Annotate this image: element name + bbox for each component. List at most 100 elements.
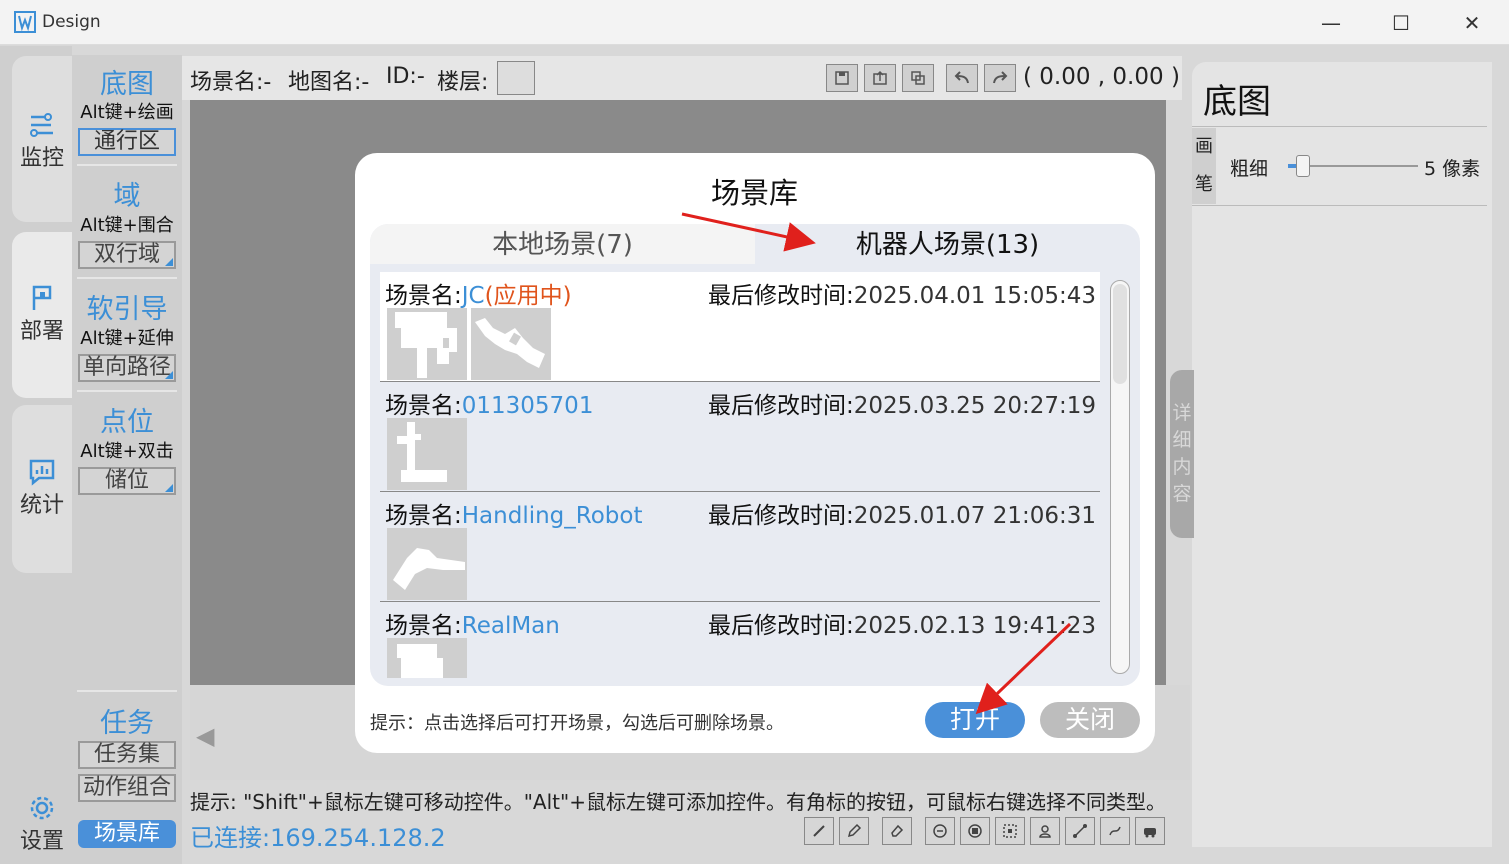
scene-name-label: 场景名: <box>385 613 462 639</box>
save-icon[interactable] <box>826 64 858 92</box>
one-way-path-button[interactable]: 单向路径 <box>78 354 176 382</box>
scene-name: 场景名:JC(应用中) <box>385 276 572 310</box>
nav-settings[interactable]: 设置 <box>12 793 72 855</box>
redo-icon[interactable] <box>984 64 1016 92</box>
scene-name-label: 场景名: <box>385 503 462 529</box>
scene-list-item[interactable]: 场景名:011305701 最后修改时间:2025.03.25 20:27:19 <box>380 382 1100 492</box>
path-link-icon[interactable] <box>1065 817 1095 845</box>
tab-local-scenes[interactable]: 本地场景(7) <box>370 224 755 266</box>
pen-label-char-1: 画 <box>1195 136 1213 157</box>
scene-list-item[interactable]: 场景名:RealMan 最后修改时间:2025.02.13 19:41:23 <box>380 602 1100 678</box>
passable-area-button[interactable]: 通行区 <box>78 128 176 156</box>
id-label: ID:- <box>386 64 425 89</box>
scene-modified-time: 最后修改时间:2025.02.13 19:41:23 <box>708 606 1096 640</box>
scene-map-thumbnail <box>387 638 467 678</box>
close-window-button[interactable]: ✕ <box>1437 0 1507 45</box>
scene-name-value: RealMan <box>461 613 560 639</box>
app-logo-icon <box>14 11 36 33</box>
scrollbar-thumb[interactable] <box>1113 284 1127 384</box>
tool-divider <box>77 390 177 392</box>
tool-point-hint: Alt键+双击 <box>80 441 174 462</box>
line-tool-icon[interactable] <box>804 817 834 845</box>
robot-icon[interactable] <box>1030 817 1060 845</box>
scene-name: 场景名:011305701 <box>385 386 593 420</box>
divider <box>1192 126 1487 127</box>
floor-input[interactable] <box>497 61 535 95</box>
hint-text: 提示: "Shift"+鼠标左键可移动控件。"Alt"+鼠标左键可添加控件。有角… <box>190 790 1166 814</box>
tab-robot-scenes[interactable]: 机器人场景(13) <box>755 224 1140 266</box>
floor-label: 楼层: <box>437 70 489 95</box>
nav-stats-label: 统计 <box>19 493 64 518</box>
scene-list-item[interactable]: 场景名:Handling_Robot 最后修改时间:2025.01.07 21:… <box>380 492 1100 602</box>
vehicle-icon[interactable] <box>1135 817 1165 845</box>
gear-icon <box>27 793 57 823</box>
scene-name-label: 场景名: <box>385 393 462 419</box>
scene-name: 场景名:Handling_Robot <box>385 496 642 530</box>
scroll-left-icon[interactable]: ◀ <box>196 722 214 750</box>
cursor-coordinates: ( 0.00 , 0.00 ) <box>1023 64 1180 90</box>
monitor-icon <box>27 110 57 140</box>
time-label: 最后修改时间: <box>708 393 854 419</box>
time-value: 2025.04.01 15:05:43 <box>853 283 1097 309</box>
scene-status: (应用中) <box>484 283 572 309</box>
detail-content-tab[interactable]: 详细内容 <box>1170 370 1194 538</box>
scene-library-button[interactable]: 场景库 <box>78 820 176 848</box>
scene-map-thumbnail <box>471 308 551 380</box>
scene-name-label: 场景名:- <box>190 70 272 95</box>
nav-monitor[interactable]: 监控 <box>12 110 72 172</box>
tool-task-title[interactable]: 任务 <box>72 701 182 740</box>
scene-list: 场景名:JC(应用中) 最后修改时间:2025.04.01 15:05:43 场… <box>380 272 1100 678</box>
nav-deploy[interactable]: 部署 <box>12 283 72 345</box>
nav-monitor-label: 监控 <box>19 146 64 171</box>
chart-bubble-icon <box>27 457 57 487</box>
time-label: 最后修改时间: <box>708 613 854 639</box>
route-icon[interactable] <box>1100 817 1130 845</box>
tool-soft-guide-title[interactable]: 软引导 <box>72 287 182 326</box>
time-value: 2025.02.13 19:41:23 <box>853 613 1097 639</box>
detail-tab-label: 详细内容 <box>1172 402 1192 505</box>
undo-icon[interactable] <box>946 64 978 92</box>
eraser-icon[interactable] <box>882 817 912 845</box>
action-combo-button[interactable]: 动作组合 <box>78 774 176 802</box>
map-name-label: 地图名:- <box>288 70 370 95</box>
zoom-out-icon[interactable] <box>925 817 955 845</box>
scene-name-value: Handling_Robot <box>461 503 643 529</box>
tool-domain-hint: Alt键+围合 <box>80 215 174 236</box>
minimize-button[interactable]: — <box>1296 0 1366 45</box>
stop-icon[interactable] <box>960 817 990 845</box>
scene-name: 场景名:RealMan <box>385 606 560 640</box>
scene-modified-time: 最后修改时间:2025.04.01 15:05:43 <box>708 276 1096 310</box>
export-icon[interactable] <box>864 64 896 92</box>
title-bar: Design — ☐ ✕ <box>0 0 1509 45</box>
scene-modified-time: 最后修改时间:2025.01.07 21:06:31 <box>708 496 1096 530</box>
time-value: 2025.01.07 21:06:31 <box>853 503 1097 529</box>
nav-stats[interactable]: 统计 <box>12 457 72 519</box>
two-way-domain-button[interactable]: 双行域 <box>78 241 176 269</box>
tool-soft-guide-hint: Alt键+延伸 <box>80 328 174 349</box>
scene-modified-time: 最后修改时间:2025.03.25 20:27:19 <box>708 386 1096 420</box>
tool-divider <box>77 164 177 166</box>
connection-status: 已连接:169.254.128.2 <box>190 824 446 852</box>
right-panel-title: 底图 <box>1203 82 1271 122</box>
task-set-button[interactable]: 任务集 <box>78 741 176 769</box>
tool-divider <box>77 277 177 279</box>
scene-map-thumbnail <box>387 418 467 490</box>
pencil-icon[interactable] <box>839 817 869 845</box>
time-label: 最后修改时间: <box>708 503 854 529</box>
scene-name-value: JC <box>461 283 485 309</box>
close-dialog-button[interactable]: 关闭 <box>1040 702 1140 738</box>
nav-deploy-label: 部署 <box>19 319 64 344</box>
window-title: Design <box>42 12 101 32</box>
storage-location-button[interactable]: 储位 <box>78 467 176 495</box>
nav-settings-label: 设置 <box>19 829 64 854</box>
scene-list-item[interactable]: 场景名:JC(应用中) 最后修改时间:2025.04.01 15:05:43 <box>380 272 1100 382</box>
dialog-title: 场景库 <box>710 176 798 210</box>
scene-name-label: 场景名: <box>385 283 462 309</box>
maximize-button[interactable]: ☐ <box>1366 0 1436 45</box>
open-scene-button[interactable]: 打开 <box>925 702 1025 738</box>
flag-icon <box>27 283 57 313</box>
tool-point-title[interactable]: 点位 <box>72 400 182 439</box>
select-area-icon[interactable] <box>995 817 1025 845</box>
tool-basemap-title[interactable]: 底图 <box>72 62 182 101</box>
layers-icon[interactable] <box>902 64 934 92</box>
